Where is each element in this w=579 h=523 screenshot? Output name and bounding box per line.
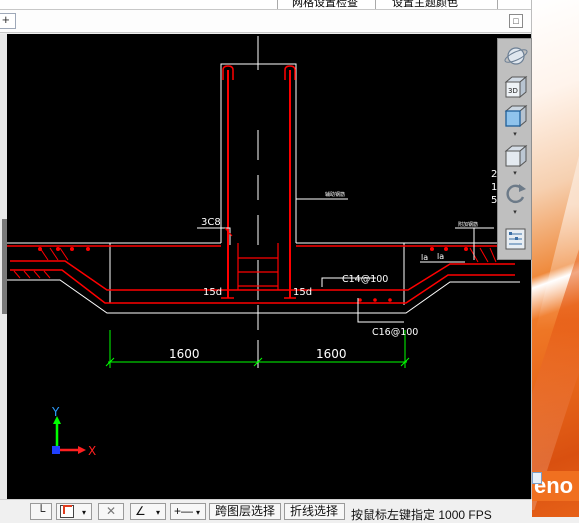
rebar-dot <box>86 247 90 251</box>
rebar-dot <box>38 247 42 251</box>
plus-icon: + <box>2 12 10 27</box>
hatch <box>43 270 51 279</box>
dimension-text-right: 1600 <box>316 347 347 361</box>
snap-corner-icon <box>63 505 72 514</box>
chevron-down-icon[interactable]: ▾ <box>509 131 521 139</box>
separator <box>277 0 278 9</box>
rebar-dot <box>444 247 448 251</box>
label-la-2: la <box>437 252 444 261</box>
leader-line <box>197 227 231 245</box>
chevron-down-icon: ▾ <box>156 508 161 517</box>
svg-text:3D: 3D <box>508 87 518 95</box>
status-hint: 按鼠标左键指定 1000 FPS <box>351 508 492 522</box>
chevron-down-icon[interactable]: ▾ <box>509 209 521 217</box>
separator <box>375 0 376 9</box>
tab-row: + □ <box>0 10 531 33</box>
ortho-button[interactable]: └ <box>30 503 52 520</box>
hatch <box>479 247 489 263</box>
snap-button[interactable]: ▾ <box>56 503 92 520</box>
chevron-down-icon: ▾ <box>196 508 201 517</box>
cad-canvas[interactable]: 1600 1600 3C8 15d 15d C14@100 C16@100 la… <box>7 34 531 499</box>
axis-y-label: Y <box>51 405 60 419</box>
separator <box>497 0 498 9</box>
status-bar: └ ▾ ✕ ∠ ▾ +— ▾ 跨图层选择 折线选择 按鼠标左键指定 1000 F… <box>0 499 531 522</box>
rebar-dot <box>388 298 392 302</box>
maximize-button[interactable]: □ <box>509 14 523 28</box>
label-c16: C16@100 <box>372 327 418 338</box>
top-item-1[interactable]: 网格设置检查 <box>292 0 358 10</box>
left-gutter <box>0 34 7 499</box>
axis-x-label: X <box>88 444 96 458</box>
axis-origin <box>52 446 60 454</box>
tab-toggle-button[interactable]: + <box>0 12 16 29</box>
label-callout-1: 辅助钢筋 <box>325 191 345 198</box>
rebar-dot <box>70 247 74 251</box>
rebar-dot <box>56 247 60 251</box>
rebar-dot <box>358 298 362 302</box>
fps-counter: 1000 FPS <box>438 508 492 522</box>
desktop-wallpaper: eno <box>532 0 579 517</box>
label-3c8: 3C8 <box>201 217 221 228</box>
box-view-icon[interactable] <box>502 143 528 168</box>
hatch <box>13 270 21 279</box>
angle-button[interactable]: ∠ ▾ <box>130 503 166 520</box>
rebar-dot <box>373 298 377 302</box>
top-item-2[interactable]: 设置主题颜色 <box>392 0 458 10</box>
label-15d-right: 15d <box>293 287 312 298</box>
rebar-dot <box>430 247 434 251</box>
cross-layer-select-button[interactable]: 跨图层选择 <box>209 503 281 520</box>
label-callout-2: 附加钢筋 <box>458 221 478 228</box>
grid-line-icon: +— <box>174 504 194 518</box>
leader-line <box>357 298 404 323</box>
face-view-icon[interactable] <box>502 103 528 128</box>
chevron-down-icon: ▾ <box>82 508 87 517</box>
slab-bottom-outline <box>7 279 520 314</box>
label-c14: C14@100 <box>342 274 388 285</box>
view-navigation-toolbar: 3D ▾ ▾ ▾ <box>497 38 532 260</box>
hatch <box>59 247 69 261</box>
label-la-1: la <box>421 253 428 262</box>
dimension-text-left: 1600 <box>169 347 200 361</box>
hatch <box>33 270 41 279</box>
angle-icon: ∠ <box>135 504 146 518</box>
3d-view-icon[interactable]: 3D <box>502 74 528 99</box>
chevron-down-icon[interactable]: ▾ <box>509 170 521 178</box>
grid-button[interactable]: +— ▾ <box>170 503 206 520</box>
hatch <box>489 247 497 263</box>
grid-settings-icon[interactable] <box>502 227 528 251</box>
rebar-dot <box>464 247 468 251</box>
x-arrow <box>78 446 86 454</box>
drawing-svg[interactable]: 1600 1600 3C8 15d 15d C14@100 C16@100 la… <box>7 34 531 499</box>
top-strip: 网格设置检查 设置主题颜色 <box>0 0 531 10</box>
orbit-icon[interactable] <box>502 44 528 68</box>
label-15d-left: 15d <box>203 287 222 298</box>
cross-button[interactable]: ✕ <box>98 503 124 520</box>
polyline-select-button[interactable]: 折线选择 <box>284 503 345 520</box>
hatch <box>23 270 31 279</box>
rotate-icon[interactable] <box>502 181 528 205</box>
tray-icon[interactable] <box>532 472 542 484</box>
